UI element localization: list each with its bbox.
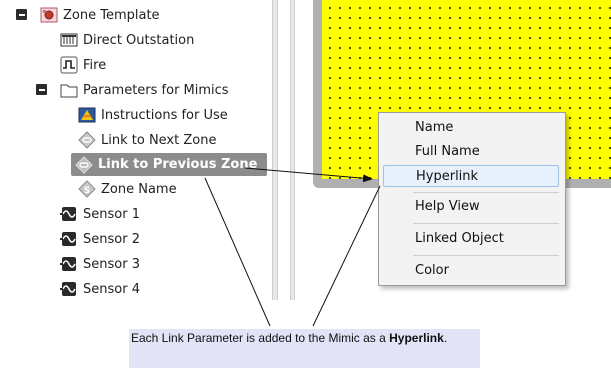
callout-text-end: .	[443, 331, 448, 345]
callout-leader-line	[312, 185, 381, 327]
annotation-overlay	[204, 167, 381, 327]
callout-bold-text: Hyperlink	[389, 331, 444, 345]
annotation-arrow	[244, 167, 373, 183]
callout-text: Each Link Parameter is added to the Mimi…	[131, 331, 390, 345]
callout-caption: Each Link Parameter is added to the Mimi…	[129, 329, 480, 368]
callout-leader-line	[204, 177, 271, 327]
